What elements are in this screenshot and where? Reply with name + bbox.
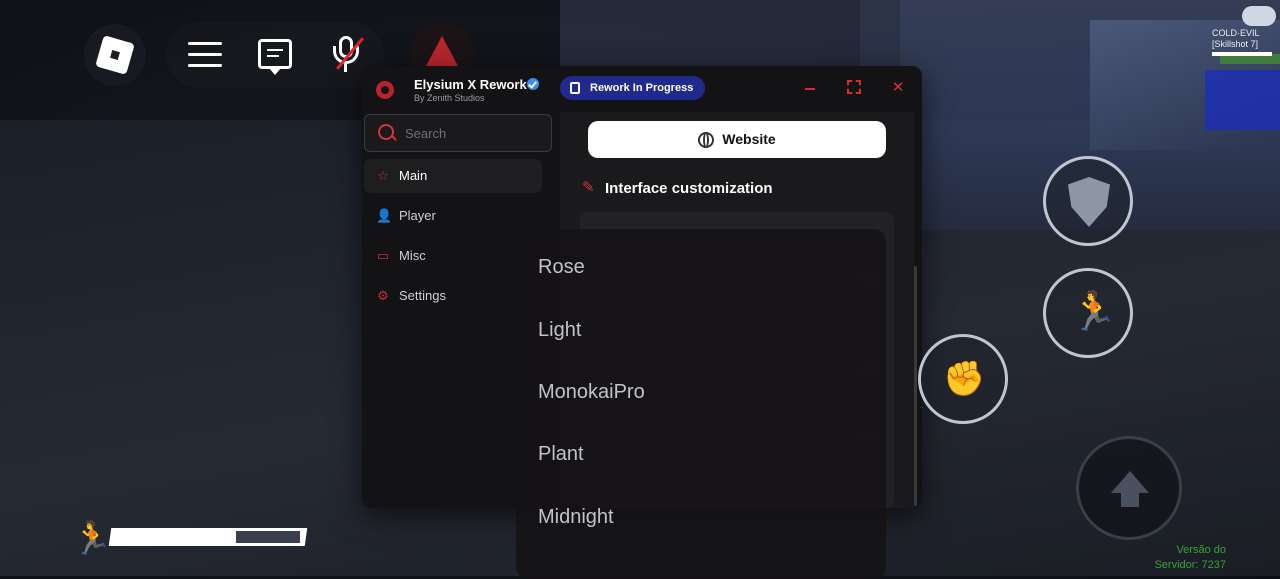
search-placeholder: Search xyxy=(405,126,447,141)
player-tag-bar xyxy=(1212,52,1272,56)
dropdown-option[interactable]: MonokaiPro xyxy=(538,381,645,404)
scrollbar[interactable] xyxy=(914,266,917,506)
shield-button[interactable] xyxy=(1043,156,1133,246)
verified-icon xyxy=(527,78,539,90)
dropdown-option[interactable]: Rose xyxy=(538,256,585,279)
folder-icon: ▭ xyxy=(376,248,390,263)
badge-label: Rework In Progress xyxy=(590,82,694,94)
version-line-2: Servidor: 7237 xyxy=(1154,559,1226,571)
search-icon xyxy=(378,124,394,140)
dropdown-option[interactable]: Light xyxy=(538,319,581,342)
attack-button[interactable]: ✊ xyxy=(918,334,1008,424)
sidebar-item-player[interactable]: 👤 Player xyxy=(364,199,542,233)
run-button[interactable]: 🏃 xyxy=(1043,268,1133,358)
player-tag: COLD·EVIL [Skillshot 7] xyxy=(1212,28,1272,56)
user-icon: 👤 xyxy=(376,208,393,223)
player-tag-sub: [Skillshot 7] xyxy=(1212,39,1259,49)
sidebar-item-label: Settings xyxy=(399,288,446,303)
server-version: Versão do Servidor: 7237 xyxy=(1140,543,1226,573)
game-blue-block xyxy=(1205,70,1280,130)
arrow-up-icon xyxy=(1111,471,1149,493)
runner-character-icon: 🏃 xyxy=(72,520,112,556)
runner-icon: 🏃 xyxy=(1070,291,1118,333)
search-input[interactable]: Search xyxy=(364,114,552,152)
website-button-label: Website xyxy=(722,131,776,147)
player-tag-name: COLD·EVIL xyxy=(1212,28,1260,38)
menu-icon[interactable] xyxy=(188,42,222,68)
cloud-icon xyxy=(1242,6,1276,26)
window-header[interactable]: Elysium X Rework By Zenith Studios Rewor… xyxy=(362,66,922,112)
window-title: Elysium X Rework xyxy=(414,77,527,92)
roblox-menu-button[interactable] xyxy=(84,24,146,86)
sidebar-item-main[interactable]: ☆ Main xyxy=(364,159,542,193)
section-title: Interface customization xyxy=(605,180,773,197)
dropdown-option[interactable]: Midnight xyxy=(538,506,614,529)
theme-dropdown: Rose Light MonokaiPro Plant Midnight xyxy=(516,229,886,579)
paint-brush-icon: ✎ xyxy=(582,179,595,196)
shield-icon xyxy=(1068,177,1110,227)
close-button[interactable]: ✕ xyxy=(890,80,906,96)
sidebar-item-label: Misc xyxy=(399,248,426,263)
stamina-empty xyxy=(236,531,300,543)
elysium-logo-icon xyxy=(376,81,394,99)
sidebar-item-label: Player xyxy=(399,208,436,223)
website-button[interactable]: Website xyxy=(588,121,886,158)
star-icon: ☆ xyxy=(377,168,389,183)
fist-icon: ✊ xyxy=(943,360,986,398)
mic-muted-icon[interactable] xyxy=(332,36,365,74)
window-subtitle: By Zenith Studios xyxy=(414,93,485,103)
stamina-bar: 🏃 xyxy=(72,518,308,556)
version-line-1: Versão do xyxy=(1176,544,1226,556)
roblox-logo-icon xyxy=(95,35,135,75)
sidebar-item-label: Main xyxy=(399,168,428,183)
dropdown-option[interactable]: Plant xyxy=(538,443,584,466)
globe-icon xyxy=(698,132,715,148)
jump-button[interactable] xyxy=(1076,436,1182,540)
gear-icon: ⚙ xyxy=(377,288,389,303)
chat-icon[interactable] xyxy=(258,39,292,75)
minimize-button[interactable] xyxy=(802,80,818,96)
stamina-fill xyxy=(116,531,236,543)
maximize-button[interactable] xyxy=(847,80,861,94)
arrow-up-stem xyxy=(1121,491,1139,507)
rework-badge: Rework In Progress xyxy=(560,76,706,100)
document-icon xyxy=(570,82,580,94)
